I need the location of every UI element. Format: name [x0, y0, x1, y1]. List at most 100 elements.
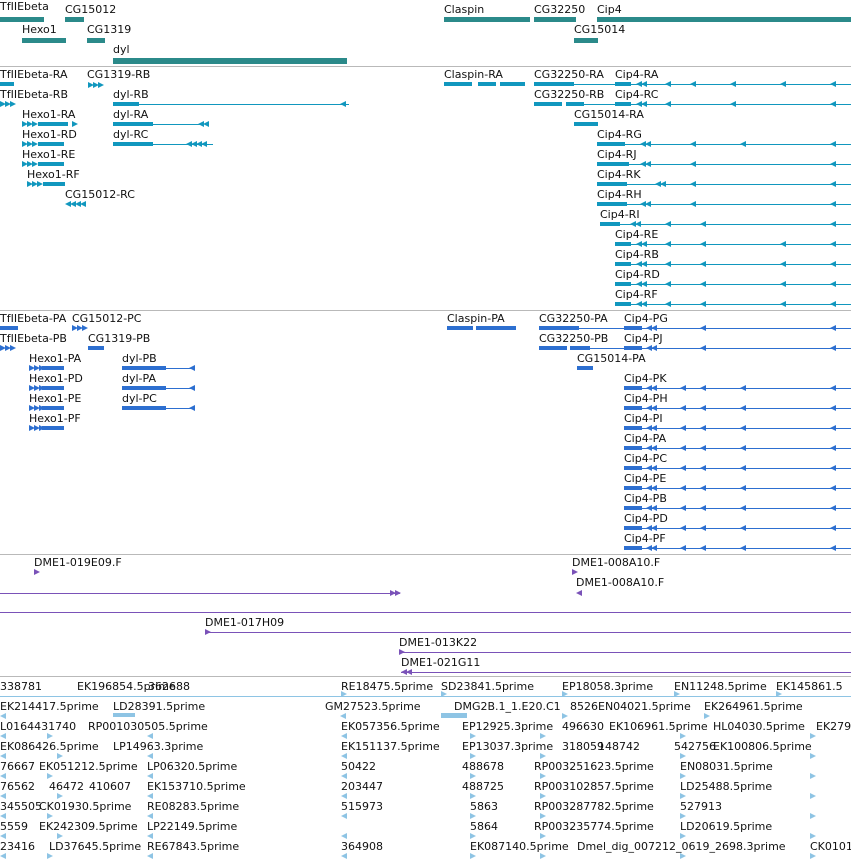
genes-label[interactable]: CG15012: [65, 3, 116, 16]
feature-bar[interactable]: [597, 142, 625, 146]
ests-label[interactable]: CK0101: [810, 840, 851, 853]
feature-bar[interactable]: [42, 406, 64, 410]
proteins-label[interactable]: TfIIEbeta-PB: [0, 332, 67, 345]
proteins-label[interactable]: dyl-PA: [122, 372, 156, 385]
est-bar[interactable]: [441, 713, 467, 718]
clones-label[interactable]: DME1-017H09: [205, 616, 284, 629]
proteins-label[interactable]: Hexo1-PA: [29, 352, 81, 365]
ests-label[interactable]: 527913: [680, 800, 722, 813]
ests-label[interactable]: EK214417.5prime: [0, 700, 99, 713]
ests-label[interactable]: CK01930.5prime: [39, 800, 131, 813]
transcripts-label[interactable]: TfIIEbeta-RB: [0, 88, 68, 101]
feature-bar[interactable]: [447, 326, 473, 330]
ests-label[interactable]: EP12925.3prime: [462, 720, 553, 733]
proteins-label[interactable]: Cip4-PB: [624, 492, 667, 505]
ests-label[interactable]: EK153710.5prime: [147, 780, 246, 793]
ests-label[interactable]: 76667: [0, 760, 35, 773]
gene-bar[interactable]: [113, 58, 347, 64]
transcripts-label[interactable]: Cip4-RA: [615, 68, 658, 81]
ests-label[interactable]: 46472: [49, 780, 84, 793]
ests-label[interactable]: EK279: [816, 720, 851, 733]
feature-bar[interactable]: [624, 486, 642, 490]
feature-bar[interactable]: [615, 82, 631, 86]
ests-label[interactable]: EN11248.5prime: [674, 680, 767, 693]
transcripts-label[interactable]: CG15014-RA: [574, 108, 644, 121]
proteins-label[interactable]: Cip4-PH: [624, 392, 668, 405]
ests-label[interactable]: RP003102857.5prime: [534, 780, 654, 793]
feature-bar[interactable]: [534, 82, 574, 86]
proteins-label[interactable]: Hexo1-PD: [29, 372, 83, 385]
ests-label[interactable]: GM27523.5prime: [325, 700, 421, 713]
ests-label[interactable]: LD28391.5prime: [113, 700, 205, 713]
transcripts-label[interactable]: Cip4-RB: [615, 248, 659, 261]
transcripts-label[interactable]: Cip4-RI: [600, 208, 640, 221]
feature-bar[interactable]: [615, 302, 631, 306]
ests-label[interactable]: 345505: [0, 800, 42, 813]
feature-bar[interactable]: [42, 386, 64, 390]
proteins-label[interactable]: CG32250-PA: [539, 312, 608, 325]
proteins-label[interactable]: Cip4-PF: [624, 532, 666, 545]
ests-label[interactable]: 410607: [89, 780, 131, 793]
genes-label[interactable]: Claspin: [444, 3, 484, 16]
proteins-label[interactable]: Cip4-PK: [624, 372, 667, 385]
genes-label[interactable]: dyl: [113, 43, 130, 56]
ests-label[interactable]: LP14963.3prime: [113, 740, 203, 753]
ests-label[interactable]: EP18058.3prime: [562, 680, 653, 693]
proteins-label[interactable]: CG15012-PC: [72, 312, 141, 325]
ests-label[interactable]: 76562: [0, 780, 35, 793]
proteins-label[interactable]: Hexo1-PF: [29, 412, 81, 425]
feature-bar[interactable]: [624, 506, 642, 510]
ests-label[interactable]: EK051212.5prime: [39, 760, 138, 773]
feature-bar[interactable]: [624, 466, 642, 470]
genes-label[interactable]: CG32250: [534, 3, 585, 16]
clones-label[interactable]: DME1-008A10.F: [576, 576, 664, 589]
ests-label[interactable]: RP003251623.5prime: [534, 760, 654, 773]
feature-bar[interactable]: [122, 406, 166, 410]
feature-bar[interactable]: [566, 102, 584, 106]
ests-label[interactable]: EN04021.5prime: [598, 700, 691, 713]
feature-bar[interactable]: [624, 546, 642, 550]
ests-label[interactable]: DMG2B.1_1.E20.C1: [454, 700, 561, 713]
ests-label[interactable]: 364908: [341, 840, 383, 853]
feature-bar[interactable]: [113, 142, 153, 146]
feature-bar[interactable]: [597, 182, 627, 186]
transcripts-label[interactable]: Hexo1-RF: [27, 168, 80, 181]
ests-label[interactable]: RE18475.5prime: [341, 680, 433, 693]
feature-bar[interactable]: [38, 162, 64, 166]
proteins-label[interactable]: Cip4-PE: [624, 472, 666, 485]
ests-label[interactable]: LD25488.5prime: [680, 780, 772, 793]
feature-bar[interactable]: [615, 282, 631, 286]
feature-bar[interactable]: [570, 346, 590, 350]
feature-bar[interactable]: [476, 326, 516, 330]
feature-bar[interactable]: [113, 122, 153, 126]
proteins-label[interactable]: Cip4-PG: [624, 312, 668, 325]
ests-label[interactable]: EK145861.5: [776, 680, 843, 693]
gene-bar[interactable]: [0, 17, 44, 22]
gene-bar[interactable]: [597, 17, 851, 22]
ests-label[interactable]: 496630: [562, 720, 604, 733]
transcripts-label[interactable]: Cip4-RD: [615, 268, 660, 281]
ests-label[interactable]: RP003287782.5prime: [534, 800, 654, 813]
proteins-label[interactable]: Cip4-PC: [624, 452, 667, 465]
ests-label[interactable]: 50422: [341, 760, 376, 773]
clones-label[interactable]: DME1-019E09.F: [34, 556, 122, 569]
transcripts-label[interactable]: Cip4-RE: [615, 228, 658, 241]
ests-label[interactable]: 5559: [0, 820, 28, 833]
feature-bar[interactable]: [534, 102, 562, 106]
feature-bar[interactable]: [122, 366, 166, 370]
feature-bar[interactable]: [615, 242, 631, 246]
feature-bar[interactable]: [624, 526, 642, 530]
feature-bar[interactable]: [500, 82, 525, 86]
feature-bar[interactable]: [624, 326, 642, 330]
ests-label[interactable]: EK106961.5prime: [609, 720, 708, 733]
gene-bar[interactable]: [87, 38, 105, 43]
feature-bar[interactable]: [574, 122, 598, 126]
genes-label[interactable]: Hexo1: [22, 23, 57, 36]
feature-bar[interactable]: [600, 222, 620, 226]
clones-label[interactable]: DME1-008A10.F: [572, 556, 660, 569]
ests-label[interactable]: 338781: [0, 680, 42, 693]
ests-label[interactable]: EK087140.5prime: [470, 840, 569, 853]
ests-label[interactable]: EN08031.5prime: [680, 760, 773, 773]
ests-label[interactable]: 5864: [470, 820, 498, 833]
proteins-label[interactable]: Cip4-PA: [624, 432, 666, 445]
